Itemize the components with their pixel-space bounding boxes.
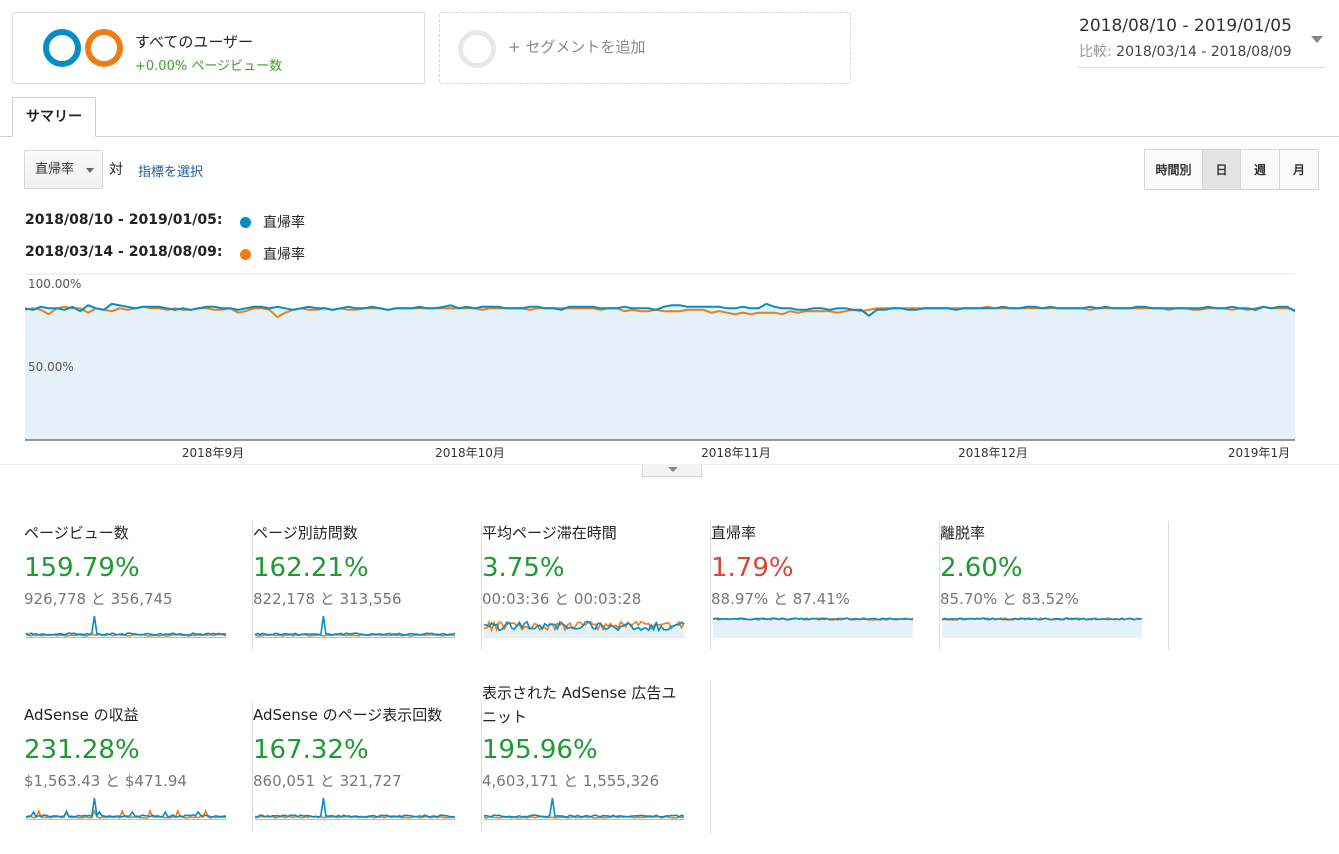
metric-dropdown[interactable]: 直帰率 <box>24 150 103 189</box>
select-metric-link[interactable]: 指標を選択 <box>138 161 203 180</box>
x-tick-label: 2019年1月 <box>1228 446 1290 460</box>
x-tick-label: 2018年10月 <box>435 446 505 460</box>
metric-dropdown-label: 直帰率 <box>35 162 75 177</box>
scorecard-change: 2.60% <box>940 553 1023 583</box>
area-fill <box>25 303 1295 440</box>
dropdown-caret-icon[interactable] <box>1311 36 1323 43</box>
scorecard-sparkline <box>25 797 227 820</box>
legend-dot-icon <box>240 217 251 228</box>
scorecard-title: 表示された AdSense 広告ユニット <box>482 684 677 726</box>
scorecard[interactable]: ページ別訪問数 162.21% 822,178 と 313,556 <box>253 521 482 649</box>
segment-subtitle: +0.00% ページビュー数 <box>135 59 283 74</box>
empty-segment-ring-icon <box>458 30 496 68</box>
segment-ring-icon <box>43 29 81 67</box>
spark-primary <box>941 617 1143 621</box>
scorecard-compare: 822,178 と 313,556 <box>253 590 402 608</box>
scorecard-change: 162.21% <box>253 553 369 583</box>
scorecard-sparkline <box>941 617 1143 638</box>
x-tick-label: 2018年12月 <box>958 446 1028 460</box>
legend-primary: 2018/08/10 - 2019/01/05: 直帰率 <box>25 212 305 231</box>
spark-primary <box>483 797 685 818</box>
scorecard[interactable]: ページビュー数 159.79% 926,778 と 356,745 <box>24 521 253 649</box>
scorecard-sparkline <box>254 615 456 638</box>
compare-segment-ring-icon <box>85 29 123 67</box>
x-tick-label: 2018年9月 <box>182 446 244 460</box>
date-range-compare: 比較: 2018/03/14 - 2018/08/09 <box>1079 41 1292 61</box>
scorecard[interactable]: AdSense の収益 231.28% $1,563.43 と $471.94 <box>24 703 253 831</box>
granularity-toggle: 時間別 日 週 月 <box>1144 149 1319 190</box>
vs-label: 対 <box>109 162 123 178</box>
scorecard[interactable]: 平均ページ滞在時間 3.75% 00:03:36 と 00:03:28 <box>482 521 711 649</box>
scorecard-compare: 85.70% と 83.52% <box>940 590 1079 608</box>
date-range-main: 2018/08/10 - 2019/01/05 <box>1079 16 1292 36</box>
legend-metric: 直帰率 <box>263 247 305 263</box>
y-tick-label: 100.00% <box>28 277 81 291</box>
spark-primary <box>25 797 227 818</box>
scorecard-sparkline <box>254 797 456 820</box>
y-tick-label: 50.00% <box>28 360 74 374</box>
spark-primary <box>25 615 227 636</box>
scorecard-compare: 00:03:36 と 00:03:28 <box>482 590 642 608</box>
scorecard-title: ページビュー数 <box>24 524 129 542</box>
scorecard-title: 平均ページ滞在時間 <box>482 524 617 542</box>
scorecard-sparkline <box>712 617 914 638</box>
legend-dot-icon <box>240 249 251 260</box>
chevron-down-icon <box>668 467 678 472</box>
spark-area <box>713 618 913 638</box>
scorecard-compare: 860,051 と 321,727 <box>253 772 402 790</box>
scorecard-change: 231.28% <box>24 735 140 765</box>
spark-primary <box>254 797 456 818</box>
granularity-week-button[interactable]: 週 <box>1240 150 1279 189</box>
scorecard-change: 159.79% <box>24 553 140 583</box>
scorecard-title: AdSense のページ表示回数 <box>253 706 443 724</box>
date-range-picker[interactable]: 2018/08/10 - 2019/01/05 比較: 2018/03/14 -… <box>1077 16 1325 68</box>
scorecard[interactable]: 直帰率 1.79% 88.97% と 87.41% <box>711 521 940 649</box>
legend-compare: 2018/03/14 - 2018/08/09: 直帰率 <box>25 244 305 263</box>
tab-summary[interactable]: サマリー <box>12 97 96 137</box>
add-segment-label: + セグメントを追加 <box>508 38 646 56</box>
bounce-rate-chart: 100.00% 50.00% 2018年9月 2018年10月 2018年11月 2018… <box>0 273 1339 465</box>
scorecard-title: ページ別訪問数 <box>253 524 358 542</box>
spark-compare <box>254 633 456 637</box>
scorecard-title: 直帰率 <box>711 524 757 542</box>
granularity-day-button[interactable]: 日 <box>1202 150 1240 189</box>
legend-metric: 直帰率 <box>263 215 305 231</box>
scorecard-compare: $1,563.43 と $471.94 <box>24 772 187 790</box>
scorecard-change: 167.32% <box>253 735 369 765</box>
scorecard-compare: 926,778 と 356,745 <box>24 590 173 608</box>
compare-range: 2018/03/14 - 2018/08/09 <box>1116 44 1292 60</box>
granularity-hourly-button[interactable]: 時間別 <box>1145 150 1202 189</box>
segment-title: すべてのユーザー <box>135 33 254 51</box>
scorecard-sparkline <box>25 615 227 638</box>
scorecard[interactable]: 離脱率 2.60% 85.70% と 83.52% <box>940 521 1169 649</box>
scorecard-change: 3.75% <box>482 553 565 583</box>
segment-all-users[interactable]: すべてのユーザー +0.00% ページビュー数 <box>12 12 425 84</box>
scorecard-change: 1.79% <box>711 553 794 583</box>
chart-expander[interactable] <box>642 464 702 477</box>
scorecard-compare: 88.97% と 87.41% <box>711 590 850 608</box>
legend-range: 2018/08/10 - 2019/01/05: <box>25 212 223 228</box>
scorecard-compare: 4,603,171 と 1,555,326 <box>482 772 660 790</box>
spark-primary <box>254 615 456 636</box>
legend-range: 2018/03/14 - 2018/08/09: <box>25 244 223 260</box>
chevron-down-icon <box>86 168 94 173</box>
scorecard-sparkline <box>483 797 685 820</box>
scorecard-title: AdSense の収益 <box>24 706 139 724</box>
spark-area <box>942 618 1142 638</box>
scorecard[interactable]: AdSense のページ表示回数 167.32% 860,051 と 321,727 <box>253 703 482 831</box>
scorecard-title: 離脱率 <box>940 524 986 542</box>
add-segment-button[interactable]: + セグメントを追加 <box>439 12 851 84</box>
scorecard-sparkline <box>483 619 685 638</box>
tab-divider <box>0 136 1339 137</box>
granularity-month-button[interactable]: 月 <box>1279 150 1318 189</box>
scorecard-change: 195.96% <box>482 735 598 765</box>
x-tick-label: 2018年11月 <box>701 446 771 460</box>
scorecard[interactable]: 表示された AdSense 広告ユニット 195.96% 4,603,171 と 1… <box>482 681 711 833</box>
compare-label: 比較: <box>1079 44 1112 60</box>
